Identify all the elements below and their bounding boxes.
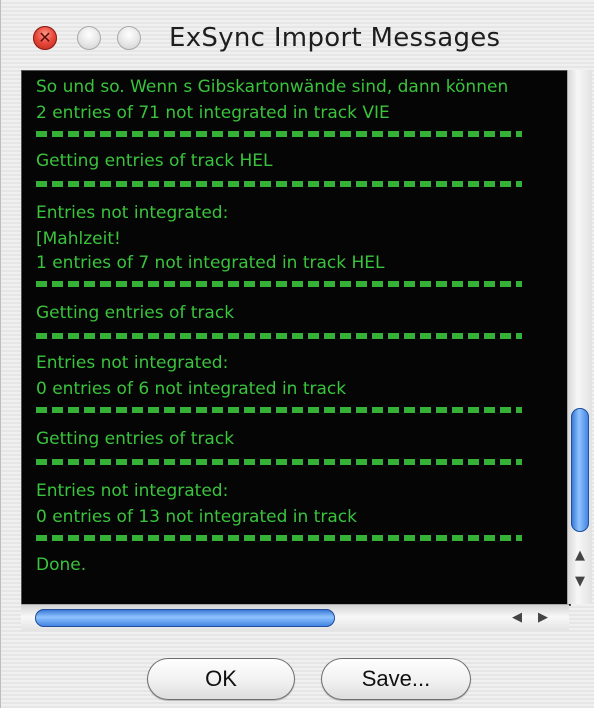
ok-button[interactable]: OK: [147, 658, 295, 700]
separator-line: [36, 459, 522, 465]
minimize-window-button[interactable]: [77, 26, 101, 50]
separator-line: [36, 181, 522, 187]
log-line: Getting entries of track: [36, 303, 235, 323]
log-line: Getting entries of track HEL: [36, 151, 273, 171]
log-line: Entries not integrated:: [36, 353, 229, 373]
log-line: Getting entries of track: [36, 429, 235, 449]
separator-line: [36, 131, 522, 137]
title-bar: ✕ ExSync Import Messages: [1, 0, 594, 64]
scroll-up-arrow-icon[interactable]: ▲: [568, 544, 592, 568]
exsync-import-messages-window: ✕ ExSync Import Messages So und so. Wenn…: [0, 0, 594, 708]
vertical-scroll-thumb[interactable]: [571, 408, 589, 532]
separator-line: [36, 333, 522, 339]
scroll-right-arrow-icon[interactable]: ▶: [531, 606, 555, 630]
log-line: 0 entries of 6 not integrated in track: [36, 379, 347, 399]
separator-line: [36, 407, 522, 413]
scroll-left-arrow-icon[interactable]: ◀: [505, 606, 529, 630]
horizontal-scroll-thumb[interactable]: [35, 609, 335, 627]
separator-line: [36, 535, 522, 541]
window-title: ExSync Import Messages: [169, 23, 501, 53]
scroll-down-arrow-icon[interactable]: ▼: [568, 570, 592, 594]
close-icon: ✕: [38, 28, 52, 47]
horizontal-scrollbar[interactable]: ◀ ▶: [21, 604, 569, 631]
log-line: 2 entries of 71 not integrated in track …: [36, 103, 390, 123]
log-line: Done.: [36, 555, 87, 575]
separator-line: [36, 281, 522, 287]
log-line: So und so. Wenn s Gibskartonwände sind, …: [36, 77, 509, 97]
log-line: [Mahlzeit!: [36, 229, 121, 249]
zoom-window-button[interactable]: [117, 26, 141, 50]
vertical-scrollbar[interactable]: ▲ ▼: [567, 70, 592, 604]
close-window-button[interactable]: ✕: [33, 26, 57, 50]
import-log-console[interactable]: So und so. Wenn s Gibskartonwände sind, …: [21, 70, 571, 606]
log-line: Entries not integrated:: [36, 203, 229, 223]
log-line: 0 entries of 13 not integrated in track: [36, 507, 357, 527]
log-line: 1 entries of 7 not integrated in track H…: [36, 253, 385, 273]
log-line: Entries not integrated:: [36, 481, 229, 501]
save-button[interactable]: Save...: [321, 658, 471, 700]
